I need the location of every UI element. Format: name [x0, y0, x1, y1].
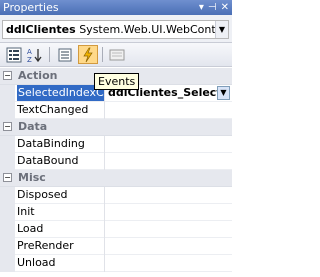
category-label: Misc — [18, 171, 46, 184]
event-handler-field[interactable] — [106, 255, 232, 271]
event-handler-field[interactable] — [106, 153, 232, 169]
row-gutter — [0, 221, 15, 238]
column-divider — [104, 136, 105, 153]
column-divider — [104, 238, 105, 255]
event-name[interactable]: Load — [17, 221, 104, 237]
event-row-unload[interactable]: Unload — [0, 255, 232, 272]
column-divider — [104, 102, 105, 119]
event-handler-field[interactable] — [106, 136, 232, 152]
event-handler-field[interactable] — [106, 238, 232, 254]
event-name[interactable]: Disposed — [17, 187, 104, 203]
row-gutter — [0, 204, 15, 221]
property-pages-icon — [109, 49, 125, 61]
event-row-disposed[interactable]: Disposed — [0, 187, 232, 204]
event-handler-field[interactable] — [106, 221, 232, 237]
object-type: System.Web.UI.WebControls — [79, 23, 229, 36]
event-name[interactable]: SelectedIndexCha — [17, 85, 104, 101]
event-name[interactable]: DataBound — [17, 153, 104, 169]
category-label: Action — [18, 69, 58, 82]
toolbar-separator — [49, 47, 50, 62]
object-selector-bar: ddlClientes System.Web.UI.WebControls ▼ — [0, 15, 232, 43]
event-row-load[interactable]: Load — [0, 221, 232, 238]
window-title: Properties — [3, 1, 59, 14]
categorized-button[interactable] — [4, 45, 24, 64]
title-controls: ▾ ⊣ ✕ — [199, 0, 229, 15]
event-name[interactable]: PreRender — [17, 238, 104, 254]
alphabetical-sort-icon: A Z — [27, 48, 42, 64]
object-selector-combo[interactable]: ddlClientes System.Web.UI.WebControls ▼ — [2, 20, 229, 39]
event-row-prerender[interactable]: PreRender — [0, 238, 232, 255]
alphabetical-button[interactable]: A Z — [25, 45, 45, 64]
row-gutter — [0, 136, 15, 153]
properties-titlebar: Properties ▾ ⊣ ✕ — [0, 0, 232, 15]
auto-hide-pin-icon[interactable]: ⊣ — [208, 0, 217, 15]
collapse-icon[interactable]: − — [3, 173, 12, 182]
properties-list-icon — [58, 48, 72, 62]
collapse-icon[interactable]: − — [3, 122, 12, 131]
column-divider — [104, 255, 105, 272]
chevron-down-icon[interactable]: ▼ — [217, 86, 230, 100]
event-row-init[interactable]: Init — [0, 204, 232, 221]
event-row-textchanged[interactable]: TextChanged — [0, 102, 232, 119]
window-position-icon[interactable]: ▾ — [199, 0, 204, 15]
row-gutter — [0, 187, 15, 204]
event-name[interactable]: Init — [17, 204, 104, 220]
lightning-bolt-icon — [83, 47, 93, 63]
row-gutter — [0, 238, 15, 255]
event-row-databound[interactable]: DataBound — [0, 153, 232, 170]
category-data[interactable]: − Data — [0, 119, 232, 136]
row-gutter — [0, 85, 15, 102]
column-divider — [104, 187, 105, 204]
svg-text:Z: Z — [27, 56, 32, 63]
column-divider — [104, 221, 105, 238]
event-name[interactable]: DataBinding — [17, 136, 104, 152]
object-name: ddlClientes — [6, 23, 76, 36]
properties-toolbar: A Z — [0, 43, 232, 67]
event-handler-field[interactable] — [106, 204, 232, 220]
event-name[interactable]: TextChanged — [17, 102, 104, 118]
category-misc[interactable]: − Misc — [0, 170, 232, 187]
properties-button[interactable] — [55, 45, 75, 64]
events-tooltip: Events — [94, 73, 140, 90]
category-label: Data — [18, 120, 48, 133]
svg-text:A: A — [27, 48, 32, 56]
close-icon[interactable]: ✕ — [221, 0, 229, 15]
property-pages-button[interactable] — [107, 45, 127, 64]
toolbar-separator — [102, 47, 103, 62]
chevron-down-icon[interactable]: ▼ — [215, 21, 228, 38]
column-divider — [104, 153, 105, 170]
event-handler-field[interactable] — [106, 187, 232, 203]
event-handler-field[interactable] — [106, 102, 232, 118]
row-gutter — [0, 153, 15, 170]
collapse-icon[interactable]: − — [3, 71, 12, 80]
row-gutter — [0, 102, 15, 119]
column-divider — [104, 204, 105, 221]
events-button[interactable] — [78, 45, 98, 64]
row-gutter — [0, 255, 15, 272]
event-name[interactable]: Unload — [17, 255, 104, 271]
event-row-databinding[interactable]: DataBinding — [0, 136, 232, 153]
property-grid: − Action SelectedIndexCha ddlClientes_Se… — [0, 68, 232, 272]
categorized-icon — [6, 47, 22, 63]
